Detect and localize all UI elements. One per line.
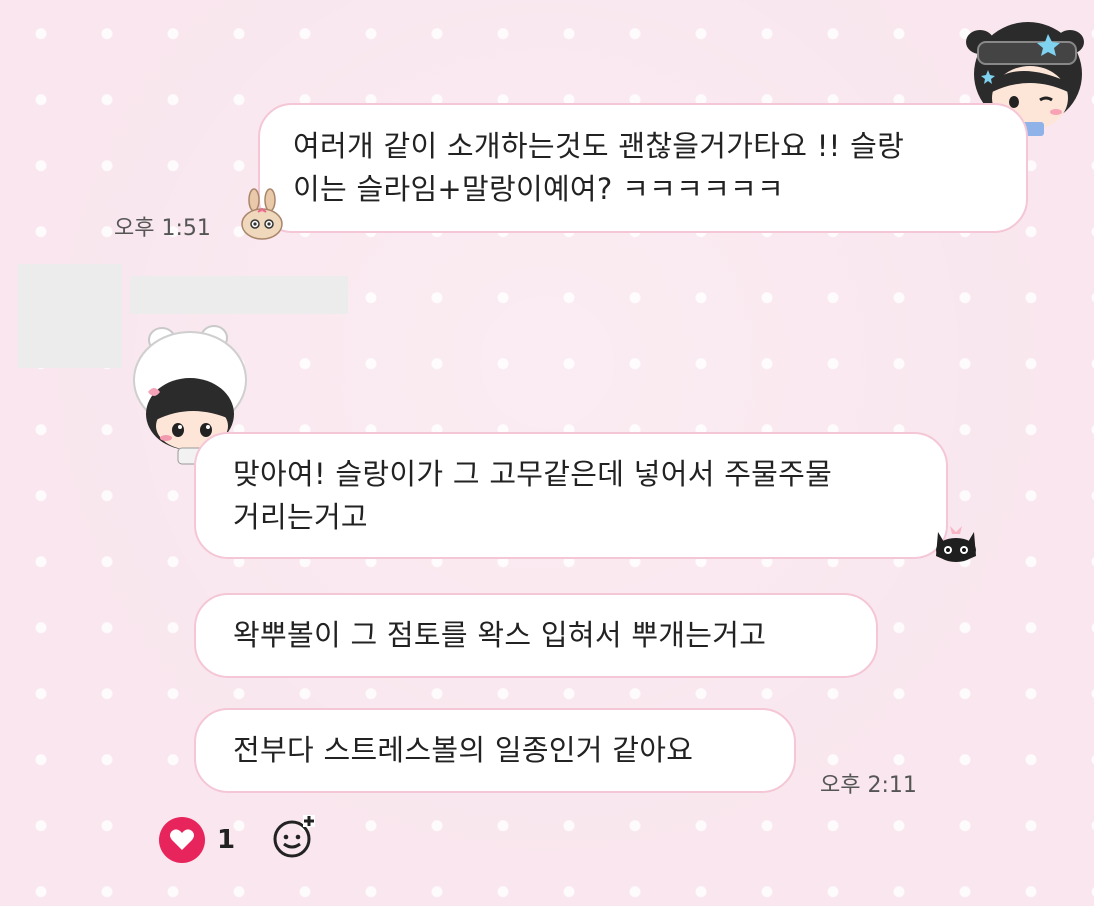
message-timestamp: 오후 2:11 xyxy=(820,773,917,798)
message-text-line: 여러개 같이 소개하는것도 괜찮을거가타요 !! 슬랑 xyxy=(293,129,905,163)
add-reaction-button[interactable] xyxy=(262,806,326,872)
like-count: 1 xyxy=(216,825,236,855)
message-text-line: 맞아여! 슬랑이가 그 고무같은데 넣어서 주물주물 xyxy=(233,457,833,491)
message-bubble-incoming[interactable]: 왁뿌볼이 그 점토를 왁스 입혀서 뿌개는거고 xyxy=(194,593,878,678)
message-text-line: 왁뿌볼이 그 점토를 왁스 입혀서 뿌개는거고 xyxy=(233,618,767,652)
redacted-sender-name xyxy=(130,276,348,314)
message-text-line: 거리는거고 xyxy=(233,500,368,534)
message-timestamp: 오후 1:51 xyxy=(114,216,211,241)
message-text-line: 전부다 스트레스볼의 일종인거 같아요 xyxy=(233,733,694,767)
like-reaction[interactable]: 1 xyxy=(152,808,242,872)
message-bubble-outgoing[interactable]: 여러개 같이 소개하는것도 괜찮을거가타요 !! 슬랑 이는 슬라임+말랑이예여… xyxy=(258,103,1028,233)
message-text-line: 이는 슬라임+말랑이예여? ㅋㅋㅋㅋㅋㅋ xyxy=(293,172,785,206)
heart-icon xyxy=(158,817,205,863)
black-cat-sticker xyxy=(930,520,982,564)
add-emoji-icon xyxy=(270,813,318,865)
bunny-sticker xyxy=(238,188,286,242)
message-bubble-incoming[interactable]: 전부다 스트레스볼의 일종인거 같아요 xyxy=(194,708,796,793)
message-bubble-incoming[interactable]: 맞아여! 슬랑이가 그 고무같은데 넣어서 주물주물 거리는거고 xyxy=(194,432,948,559)
redacted-profile-picture xyxy=(18,264,122,368)
